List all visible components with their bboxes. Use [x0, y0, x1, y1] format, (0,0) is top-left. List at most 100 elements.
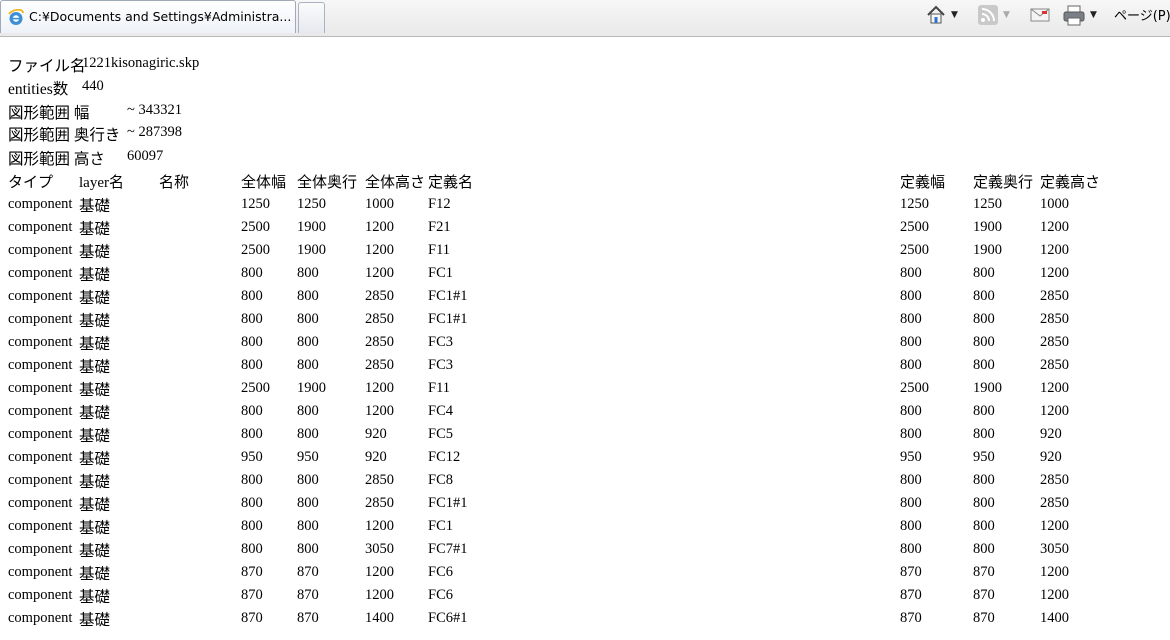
chevron-down-icon[interactable]: ▼ — [951, 10, 958, 20]
browser-tab[interactable]: C:¥Documents and Settings¥Administra... — [0, 0, 296, 33]
file-name-value: 1221kisonagiric.skp — [82, 55, 200, 71]
col-header-total-depth: 全体奥行 — [297, 175, 358, 191]
cell-definition-name: FC3 — [428, 334, 453, 350]
entities-value: 440 — [82, 78, 104, 94]
cell-type: component — [8, 426, 73, 442]
cell-total-height: 3050 — [365, 541, 394, 557]
cell-def-width: 800 — [900, 541, 922, 557]
table-row: component 基礎 800 800 1200 FC4 800 800 1200 — [6, 400, 1108, 423]
col-header-total-width: 全体幅 — [241, 175, 287, 191]
cell-total-width: 2500 — [241, 380, 270, 396]
cell-def-depth: 800 — [973, 265, 995, 281]
cell-total-height: 920 — [365, 449, 387, 465]
cell-name — [157, 446, 239, 469]
mail-button[interactable] — [1029, 0, 1051, 30]
cell-blank — [524, 446, 898, 469]
table-body: component 基礎 1250 1250 1000 F12 1250 1250 1000 co… — [6, 193, 1108, 630]
cell-def-height: 1200 — [1040, 242, 1069, 258]
cell-blank — [524, 492, 898, 515]
cell-definition-name: FC4 — [428, 403, 453, 419]
cell-total-depth: 800 — [297, 426, 319, 442]
cell-name — [157, 469, 239, 492]
cell-total-depth: 870 — [297, 610, 319, 626]
cell-total-height: 2850 — [365, 357, 394, 373]
cell-name — [157, 607, 239, 630]
cell-def-depth: 800 — [973, 495, 995, 511]
table-row: component 基礎 800 800 1200 FC1 800 800 1200 — [6, 515, 1108, 538]
cell-blank — [524, 515, 898, 538]
cell-total-width: 800 — [241, 541, 263, 557]
new-tab-button[interactable] — [298, 2, 325, 33]
page-menu[interactable]: ページ(P) — [1114, 5, 1170, 24]
cell-total-height: 1000 — [365, 196, 394, 212]
cell-def-width: 870 — [900, 564, 922, 580]
page-content: ファイル名 1221kisonagiric.skp entities数 440 … — [0, 37, 1170, 640]
cell-definition-name: FC1 — [428, 265, 453, 281]
cell-total-depth: 870 — [297, 564, 319, 580]
chevron-down-icon[interactable]: ▼ — [1003, 10, 1010, 20]
cell-def-depth: 870 — [973, 610, 995, 626]
cell-blank — [524, 216, 898, 239]
cell-type: component — [8, 449, 73, 465]
chevron-down-icon[interactable]: ▼ — [1090, 10, 1097, 20]
cell-definition-name: FC1 — [428, 518, 453, 534]
cell-type: component — [8, 403, 73, 419]
cell-def-width: 800 — [900, 495, 922, 511]
cell-total-width: 1250 — [241, 196, 270, 212]
cell-def-width: 1250 — [900, 196, 929, 212]
cell-def-height: 1400 — [1040, 610, 1069, 626]
cell-blank — [524, 469, 898, 492]
cell-total-height: 2850 — [365, 334, 394, 350]
cell-blank — [524, 193, 898, 216]
cell-def-height: 3050 — [1040, 541, 1069, 557]
extent-width-value: ~ 343321 — [127, 102, 182, 118]
cell-name — [157, 561, 239, 584]
cell-def-depth: 800 — [973, 334, 995, 350]
table-row: component 基礎 870 870 1200 FC6 870 870 1200 — [6, 561, 1108, 584]
cell-def-height: 2850 — [1040, 288, 1069, 304]
cell-name — [157, 331, 239, 354]
cell-blank — [524, 262, 898, 285]
cell-def-depth: 1900 — [973, 219, 1002, 235]
cell-name — [157, 354, 239, 377]
cell-def-depth: 800 — [973, 472, 995, 488]
table-row: component 基礎 1250 1250 1000 F12 1250 1250 1000 — [6, 193, 1108, 216]
cell-total-width: 870 — [241, 610, 263, 626]
cell-blank — [524, 285, 898, 308]
cell-definition-name: F21 — [428, 219, 451, 235]
col-header-layer: layer名 — [79, 175, 124, 191]
cell-layer: 基礎 — [79, 611, 111, 629]
cell-blank — [524, 354, 898, 377]
cell-layer: 基礎 — [79, 473, 111, 491]
cell-name — [157, 492, 239, 515]
cell-definition-name: FC6 — [428, 587, 453, 603]
cell-definition-name: FC1#1 — [428, 311, 468, 327]
col-header-type: タイプ — [8, 175, 54, 191]
cell-total-height: 2850 — [365, 288, 394, 304]
cell-name — [157, 400, 239, 423]
cell-total-depth: 950 — [297, 449, 319, 465]
cell-layer: 基礎 — [79, 381, 111, 399]
cell-def-width: 870 — [900, 610, 922, 626]
cell-blank — [524, 239, 898, 262]
cell-total-depth: 800 — [297, 357, 319, 373]
home-button[interactable]: ▼ — [925, 0, 958, 30]
cell-type: component — [8, 334, 73, 350]
print-button[interactable]: ▼ — [1062, 0, 1097, 30]
cell-def-width: 2500 — [900, 219, 929, 235]
cell-def-height: 1200 — [1040, 564, 1069, 580]
cell-total-width: 2500 — [241, 219, 270, 235]
cell-definition-name: F11 — [428, 380, 451, 396]
cell-total-width: 800 — [241, 288, 263, 304]
cell-def-width: 800 — [900, 311, 922, 327]
feeds-button[interactable]: ▼ — [977, 0, 1010, 30]
cell-total-width: 2500 — [241, 242, 270, 258]
cell-name — [157, 262, 239, 285]
table-row: component 基礎 800 800 3050 FC7#1 800 800 3050 — [6, 538, 1108, 561]
cell-type: component — [8, 380, 73, 396]
cell-blank — [524, 331, 898, 354]
table-row: component 基礎 800 800 2850 FC1#1 800 800 2850 — [6, 308, 1108, 331]
table-row: component 基礎 800 800 2850 FC8 800 800 2850 — [6, 469, 1108, 492]
cell-def-width: 2500 — [900, 380, 929, 396]
cell-layer: 基礎 — [79, 450, 111, 468]
